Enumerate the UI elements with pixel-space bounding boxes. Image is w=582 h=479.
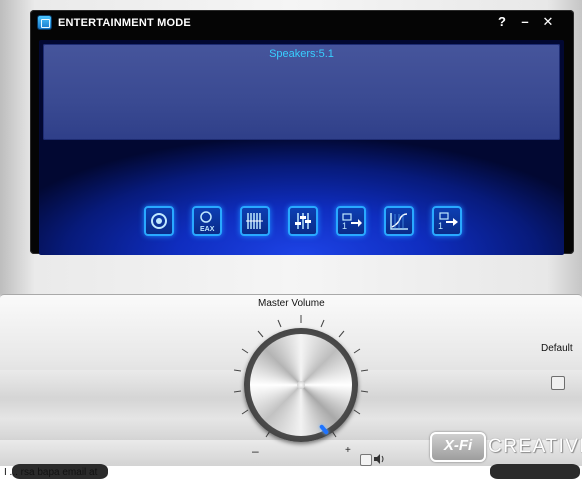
blue-display: Speakers:5.1 EAX 1 1 [39,40,564,255]
svg-text:1: 1 [342,221,347,231]
volume-speaker-icon [374,454,384,464]
speaker-mode-button[interactable] [144,206,174,236]
mute-checkbox[interactable] [360,454,372,466]
graph-button[interactable] [384,206,414,236]
audio-routing-icon: 1 [342,213,362,231]
volume-min-label: – [252,444,259,458]
output-button[interactable]: 1 [432,206,462,236]
speaker-icon [151,213,167,229]
equalizer-bars-icon [246,213,263,229]
default-label: Default [541,343,573,354]
speaker-config-text: Speakers:5.1 [269,48,334,60]
svg-text:EAX: EAX [200,226,215,233]
master-volume-label: Master Volume [258,298,325,309]
help-button[interactable]: ? [494,13,510,31]
audio-output-icon: 1 [438,212,458,231]
mixer-button[interactable] [288,206,318,236]
volume-max-label: + [345,445,351,456]
xfi-logo: X-Fi [430,432,486,462]
app-icon [38,16,51,29]
eax-button[interactable]: EAX [192,206,222,236]
default-button[interactable] [551,376,565,390]
close-button[interactable]: ✕ [540,13,556,31]
display-status-area: Speakers:5.1 [43,44,560,140]
chassis-foot-right [490,464,580,479]
title-bar[interactable]: ENTERTAINMENT MODE ? – ✕ [30,10,574,38]
equalizer-button[interactable] [240,206,270,236]
window-title: ENTERTAINMENT MODE [58,17,191,29]
creative-logo: CREATIVE [488,436,582,457]
eax-icon: EAX [200,211,215,233]
background-page-text: I ... rsa bapa email at [4,467,98,478]
graph-icon [390,213,408,230]
knob-center-cap [297,381,305,389]
svg-text:1: 1 [438,221,443,231]
routing-button[interactable]: 1 [336,206,366,236]
mixer-sliders-icon [295,213,311,229]
entertainment-panel: ENTERTAINMENT MODE ? – ✕ Speakers:5.1 EA… [30,10,574,255]
minimize-button[interactable]: – [517,13,533,31]
